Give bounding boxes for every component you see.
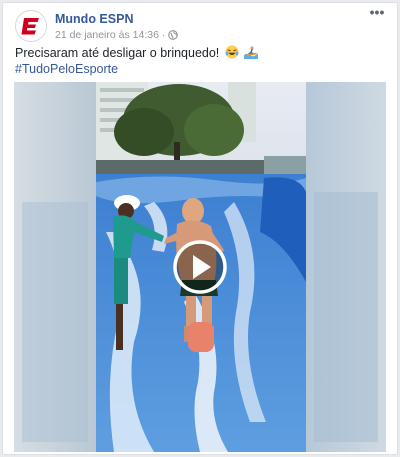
post-options-button[interactable]: ••• [367,5,387,21]
post-body: Precisaram até desligar o brinquedo! #Tu… [15,45,385,77]
post-meta: 21 de janeiro às 14:36 · [55,29,179,41]
espn-logo-icon [21,18,39,35]
page-avatar[interactable] [15,10,47,42]
laughing-emoji-icon [225,45,239,59]
hashtag-link[interactable]: #TudoPeloEsporte [15,61,385,77]
meta-separator: · [161,29,166,41]
surfer-emoji-icon [244,46,259,59]
post-text-line: Precisaram até desligar o brinquedo! [15,45,385,61]
globe-icon[interactable] [168,30,179,40]
video-frame [14,82,386,452]
video-player[interactable] [14,82,386,452]
author-name[interactable]: Mundo ESPN [55,12,133,26]
post-text: Precisaram até desligar o brinquedo! [15,46,220,60]
post-card: Mundo ESPN 21 de janeiro às 14:36 · ••• … [2,2,398,455]
play-button[interactable] [173,240,227,294]
post-timestamp[interactable]: 21 de janeiro às 14:36 [55,29,159,41]
